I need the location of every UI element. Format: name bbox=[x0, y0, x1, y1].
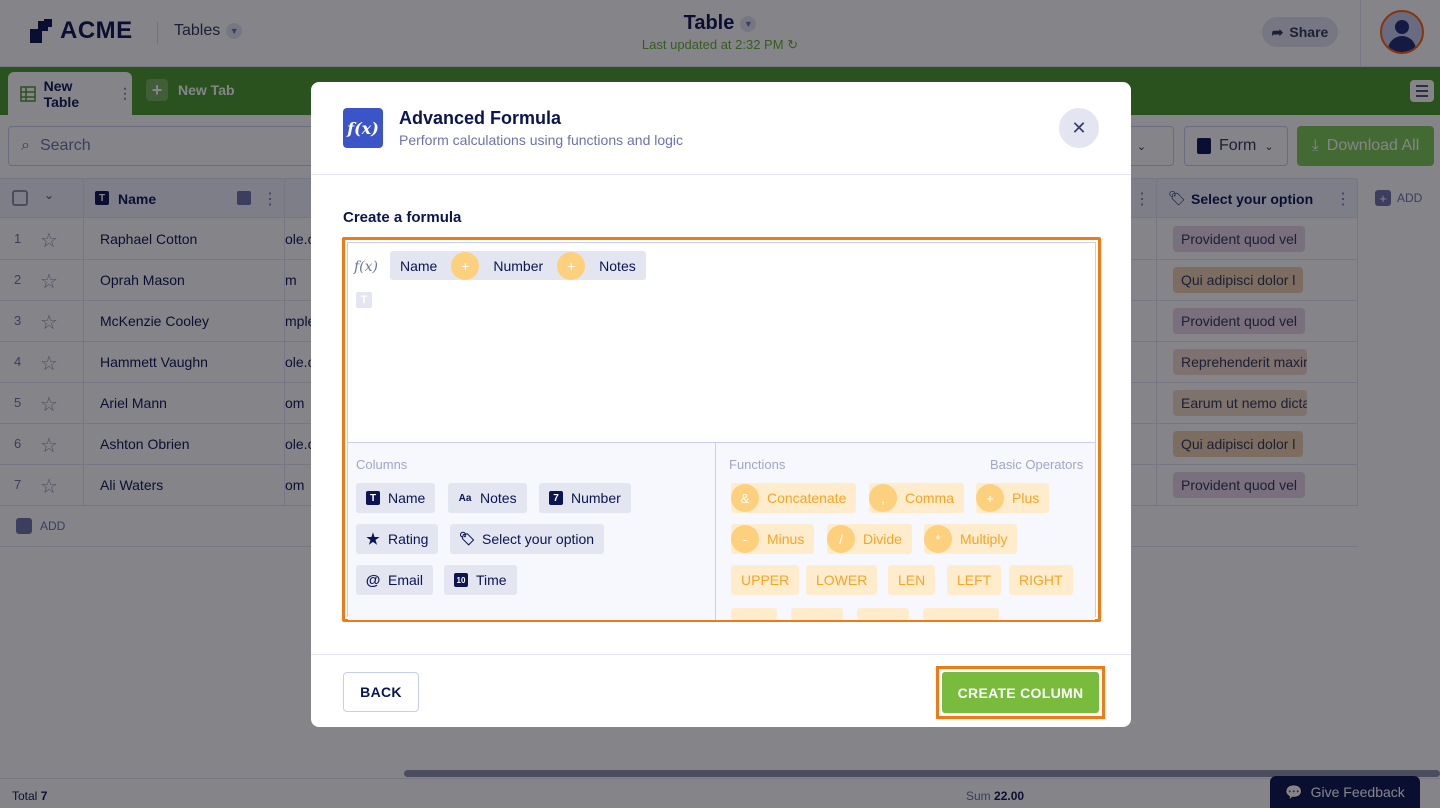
column-chip[interactable]: 🏷 Select your option bbox=[450, 524, 605, 554]
formula-icon: f(x) bbox=[343, 108, 383, 148]
operator-symbol: / bbox=[827, 525, 855, 553]
column-chip[interactable]: 7 Number bbox=[539, 483, 631, 513]
at-icon: @ bbox=[365, 571, 381, 589]
operator-chip[interactable]: / Divide bbox=[827, 524, 912, 554]
dialog-footer: BACK CREATE COLUMN bbox=[311, 654, 1131, 727]
column-token[interactable]: Notes bbox=[599, 258, 636, 274]
column-token[interactable]: Name bbox=[400, 258, 437, 274]
plus-operator-token[interactable]: + bbox=[557, 251, 586, 280]
column-chip-label: Name bbox=[388, 490, 426, 506]
column-chip[interactable]: ★ Rating bbox=[356, 524, 439, 554]
star-icon: ★ bbox=[366, 531, 380, 548]
number-type-icon: 7 bbox=[549, 491, 563, 505]
operator-label: Minus bbox=[767, 531, 805, 547]
column-chip[interactable]: T Name bbox=[356, 483, 436, 513]
formula-editor: f(x) T Name + Number + Notes Columns T Name Aa… bbox=[342, 237, 1101, 622]
function-chip[interactable]: LEN bbox=[888, 565, 936, 595]
formula-palette: Columns T Name Aa Notes 7 Number ★ Rating 🏷 Selec… bbox=[348, 443, 1095, 620]
dialog-title: Advanced Formula bbox=[399, 108, 562, 128]
operator-label: Divide bbox=[863, 531, 902, 547]
long-text-icon: Aa bbox=[458, 492, 472, 504]
operator-symbol: , bbox=[869, 484, 897, 512]
dialog-header: f(x) Advanced Formula Perform calculatio… bbox=[311, 82, 1131, 175]
close-button[interactable]: ✕ bbox=[1059, 108, 1099, 148]
operator-chip[interactable]: * Multiply bbox=[924, 524, 1018, 554]
formula-editor-inner: f(x) T Name + Number + Notes Columns T Name Aa… bbox=[347, 242, 1096, 620]
function-chip[interactable]: UPPER bbox=[731, 565, 800, 595]
columns-pane: Columns T Name Aa Notes 7 Number ★ Rating 🏷 Selec… bbox=[348, 443, 716, 620]
formula-fx-icon: f(x) bbox=[354, 259, 379, 275]
operator-symbol: - bbox=[731, 525, 759, 553]
operator-chip[interactable]: - Minus bbox=[731, 524, 815, 554]
formula-tokens[interactable]: Name + Number + Notes bbox=[390, 251, 646, 280]
column-chip[interactable]: 10 Time bbox=[444, 565, 517, 595]
calendar-icon: 10 bbox=[454, 573, 468, 587]
create-column-highlight: CREATE COLUMN bbox=[936, 666, 1105, 719]
operator-symbol: & bbox=[731, 484, 759, 512]
column-chip-label: Time bbox=[476, 572, 507, 588]
operator-label: Comma bbox=[905, 490, 955, 506]
columns-title: Columns bbox=[356, 457, 408, 472]
functions-title: Functions bbox=[729, 457, 786, 472]
operator-chip[interactable]: & Concatenate bbox=[731, 483, 857, 513]
column-chip-label: Rating bbox=[388, 531, 429, 547]
advanced-formula-dialog: f(x) Advanced Formula Perform calculatio… bbox=[311, 82, 1131, 727]
function-chip-partial[interactable] bbox=[923, 608, 999, 620]
column-chip-label: Number bbox=[571, 490, 621, 506]
operator-label: Multiply bbox=[960, 531, 1008, 547]
tag-icon: 🏷 bbox=[458, 531, 476, 546]
operator-label: Concatenate bbox=[767, 490, 847, 506]
plus-operator-token[interactable]: + bbox=[451, 251, 480, 280]
function-chip[interactable]: LEFT bbox=[947, 565, 1002, 595]
column-chip[interactable]: @ Email bbox=[356, 565, 434, 595]
text-cursor-icon: T bbox=[356, 292, 372, 308]
function-chip-partial[interactable] bbox=[731, 608, 777, 620]
operator-label: Plus bbox=[1012, 490, 1040, 506]
column-token[interactable]: Number bbox=[493, 258, 543, 274]
back-button[interactable]: BACK bbox=[343, 672, 419, 712]
function-chip[interactable]: RIGHT bbox=[1009, 565, 1073, 595]
function-chip-partial[interactable] bbox=[857, 608, 909, 620]
functions-pane: Functions Basic Operators & Concatenate, C… bbox=[717, 443, 1099, 620]
column-chip-label: Notes bbox=[480, 490, 517, 506]
operator-symbol: + bbox=[976, 484, 1004, 512]
column-chip-label: Select your option bbox=[482, 531, 595, 547]
function-chip-partial[interactable] bbox=[791, 608, 843, 620]
operator-chip[interactable]: , Comma bbox=[869, 483, 965, 513]
section-label: Create a formula bbox=[343, 209, 462, 226]
operators-title: Basic Operators bbox=[990, 457, 1084, 472]
function-chip[interactable]: LOWER bbox=[806, 565, 878, 595]
column-chip-label: Email bbox=[388, 572, 424, 588]
dialog-subtitle: Perform calculations using functions and… bbox=[399, 132, 684, 148]
close-icon: ✕ bbox=[1071, 117, 1087, 138]
create-column-button[interactable]: CREATE COLUMN bbox=[942, 672, 1099, 713]
formula-input-area[interactable]: f(x) T Name + Number + Notes bbox=[348, 243, 1095, 443]
text-type-icon: T bbox=[366, 491, 380, 505]
column-chip[interactable]: Aa Notes bbox=[448, 483, 527, 513]
operator-symbol: * bbox=[924, 525, 952, 553]
operator-chip[interactable]: + Plus bbox=[976, 483, 1050, 513]
